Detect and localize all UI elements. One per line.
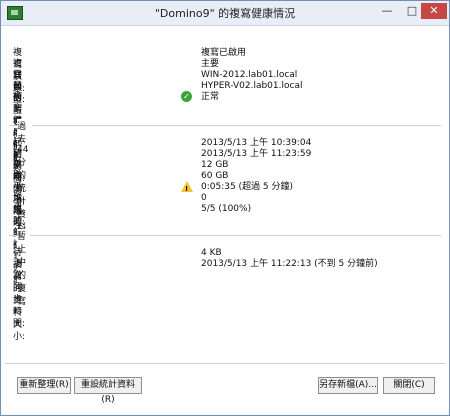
refresh-button[interactable]: 重新整理(R) [17,377,71,394]
reset-statistics-button[interactable]: 重設統計資料(R) [74,377,142,405]
footer-divider [5,363,445,364]
stats-value: 5/5 (100%) [201,204,252,214]
save-as-button[interactable]: 另存新檔(A)... [318,377,378,394]
status-value: 正常 [201,92,220,102]
stats-value: 0:05:35 (超過 5 分鐘) [201,182,294,192]
ok-icon: ✓ [181,91,192,102]
close-window-button[interactable]: ✕ [421,3,447,19]
minimize-button[interactable]: — [374,3,400,19]
warning-icon: ! [181,181,193,193]
pending-value: 2013/5/13 上午 11:22:13 (不到 5 分鐘前) [201,259,378,269]
replication-health-window: "Domino9" 的複寫健康情況 — □ ✕ 複寫狀態: 複寫已啟用 複寫類型… [0,0,450,416]
close-button[interactable]: 關閉(C) [383,377,435,394]
section-divider [9,235,441,236]
title-bar: "Domino9" 的複寫健康情況 — □ ✕ [1,1,449,26]
section-divider [9,125,441,126]
pending-label: 上次同步時間: [13,259,26,329]
